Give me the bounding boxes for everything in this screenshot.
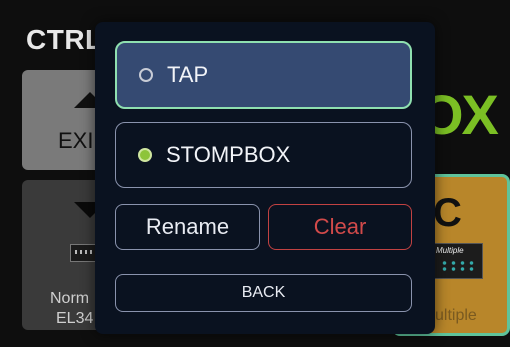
multiple-label: ultiple bbox=[435, 307, 477, 324]
clear-button[interactable]: Clear bbox=[268, 204, 412, 250]
multiple-tile-letter: C bbox=[433, 191, 462, 235]
amp-label-line2: EL34 bbox=[56, 310, 94, 327]
back-button[interactable]: BACK bbox=[115, 274, 412, 312]
multiple-device-icon: Multiple bbox=[433, 243, 483, 279]
option-tap[interactable]: TAP bbox=[115, 41, 412, 109]
exit-label: EXI bbox=[58, 128, 94, 153]
device-leds bbox=[440, 260, 476, 272]
amp-label-line1: Norm bbox=[50, 290, 90, 307]
multiple-device-text: Multiple bbox=[436, 246, 464, 255]
screen: CTRL EXI Norm EL34 OX C Multiple ultiple… bbox=[0, 0, 510, 347]
rename-button[interactable]: Rename bbox=[115, 204, 260, 250]
option-tap-label: TAP bbox=[167, 62, 209, 87]
mode-select-dialog: TAP STOMPBOX Rename Clear BACK bbox=[95, 22, 435, 334]
option-stompbox-label: STOMPBOX bbox=[166, 142, 291, 167]
radio-unselected-icon bbox=[139, 68, 153, 82]
option-stompbox[interactable]: STOMPBOX bbox=[115, 122, 412, 188]
ctrl-title: CTRL bbox=[26, 24, 103, 55]
radio-selected-icon bbox=[138, 148, 152, 162]
